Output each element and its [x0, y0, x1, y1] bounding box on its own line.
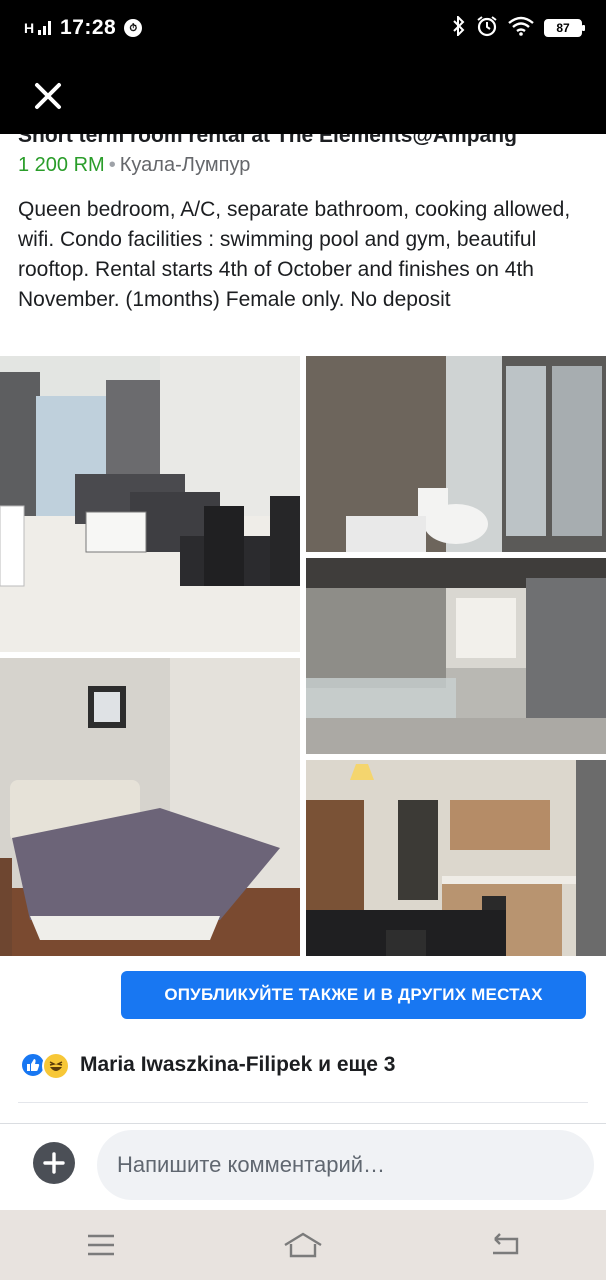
publish-elsewhere-button[interactable]: ОПУБЛИКУЙТЕ ТАКЖЕ И В ДРУГИХ МЕСТАХ [121, 971, 586, 1019]
photo-balcony[interactable] [306, 558, 606, 754]
status-bar: H 17:28 ⏱ 87 [0, 0, 606, 56]
clock: 17:28 [60, 16, 117, 39]
price: 1 200 RM [18, 154, 105, 176]
price-location: 1 200 RM • Куала-Лумпур [18, 154, 251, 176]
haha-icon [42, 1052, 70, 1080]
home-nav-button[interactable] [273, 1220, 333, 1270]
home-icon [284, 1232, 322, 1258]
signal-bars-icon [38, 21, 52, 35]
reactions-text: Maria Iwaszkina-Filipek и еще 3 [80, 1053, 396, 1076]
photo-living-room[interactable] [0, 356, 300, 652]
photo-bathroom[interactable] [306, 356, 606, 552]
system-nav-bar [0, 1210, 606, 1280]
divider [0, 1123, 606, 1124]
photo-kitchen[interactable] [306, 760, 606, 956]
menu-icon [88, 1234, 114, 1256]
photo-bedroom[interactable] [0, 658, 300, 956]
bluetooth-icon [452, 14, 466, 41]
comment-input[interactable] [97, 1130, 594, 1200]
menu-nav-button[interactable] [71, 1220, 131, 1270]
add-attachment-button[interactable] [33, 1142, 75, 1184]
post-description: Queen bedroom, A/C, separate bathroom, c… [18, 198, 571, 311]
location: Куала-Лумпур [119, 154, 251, 176]
back-nav-button[interactable] [475, 1220, 535, 1270]
notification-icon: ⏱ [124, 19, 143, 37]
back-icon [493, 1233, 519, 1255]
close-icon [35, 83, 61, 109]
battery-icon: 87 [544, 19, 585, 37]
signal-indicator: H [24, 21, 52, 35]
wifi-icon [508, 16, 534, 41]
plus-icon [43, 1152, 65, 1174]
reactions-summary[interactable]: Maria Iwaszkina-Filipek и еще 3 [20, 1050, 395, 1080]
alarm-icon [476, 15, 498, 42]
divider [18, 1102, 588, 1103]
reaction-icons [20, 1050, 78, 1080]
close-button-overlay[interactable] [28, 76, 68, 116]
